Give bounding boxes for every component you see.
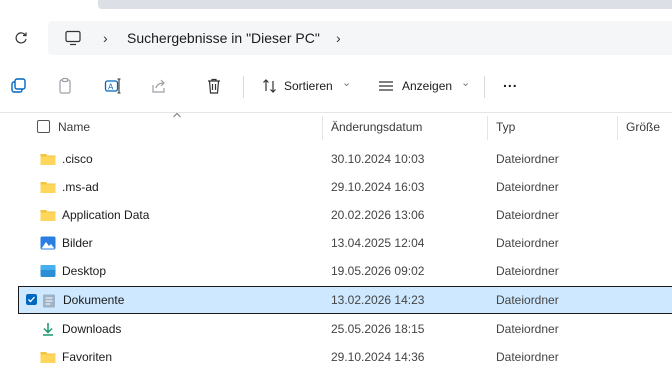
select-all-checkbox[interactable] — [37, 120, 50, 133]
delete-icon[interactable] — [205, 77, 223, 95]
view-dropdown-chevron-icon[interactable]: ⌄ — [461, 76, 470, 89]
file-name[interactable]: Application Data — [62, 208, 149, 222]
file-name[interactable]: Downloads — [62, 322, 121, 336]
pictures-folder-icon — [40, 236, 56, 250]
sort-dropdown-chevron-icon[interactable]: ⌄ — [342, 76, 351, 89]
downloads-folder-icon — [43, 323, 53, 336]
documents-folder-icon — [43, 294, 55, 308]
breadcrumb-separator[interactable]: › — [103, 30, 108, 46]
file-date: 29.10.2024 14:36 — [331, 350, 425, 364]
file-date: 13.02.2026 14:23 — [331, 293, 425, 307]
file-type: Dateiordner — [496, 236, 559, 250]
file-row-dokumente[interactable]: Dokumente 13.02.2026 14:23 Dateiordner — [18, 286, 672, 314]
file-date: 20.02.2026 13:06 — [331, 208, 425, 222]
file-name[interactable]: .cisco — [62, 152, 93, 166]
share-icon[interactable] — [150, 77, 168, 95]
paste-icon[interactable] — [56, 77, 74, 95]
file-date: 25.05.2026 18:15 — [331, 322, 425, 336]
sort-button[interactable]: Sortieren — [284, 79, 333, 93]
toolbar-divider — [243, 76, 244, 98]
address-bar-area: › Suchergebnisse in "Dieser PC" › — [0, 14, 672, 62]
column-divider[interactable] — [487, 116, 488, 140]
file-type: Dateiordner — [496, 180, 559, 194]
view-icon[interactable] — [377, 77, 395, 95]
column-header-row: Name Änderungsdatum Typ Größe — [0, 112, 672, 142]
column-header-date[interactable]: Änderungsdatum — [331, 120, 422, 134]
column-header-name[interactable]: Name — [58, 120, 90, 134]
folder-icon — [40, 210, 56, 221]
new-item-icon[interactable] — [9, 77, 27, 95]
breadcrumb-chevron[interactable]: › — [336, 30, 341, 46]
desktop-folder-icon — [40, 265, 56, 277]
svg-text:A: A — [108, 83, 114, 92]
column-header-size[interactable]: Größe — [626, 120, 660, 134]
row-selected-checkbox[interactable] — [26, 294, 37, 305]
file-date: 29.10.2024 16:03 — [331, 180, 425, 194]
file-type: Dateiordner — [496, 350, 559, 364]
sort-icon[interactable] — [261, 77, 279, 95]
file-row-favoriten[interactable]: Favoriten 29.10.2024 14:36 Dateiordner — [18, 343, 672, 371]
column-divider[interactable] — [617, 116, 618, 140]
file-row-desktop[interactable]: Desktop 19.05.2026 09:02 Dateiordner — [18, 257, 672, 285]
window-top-strip — [0, 0, 672, 14]
file-date: 19.05.2026 09:02 — [331, 264, 425, 278]
refresh-icon[interactable] — [14, 31, 28, 45]
file-type: Dateiordner — [496, 208, 559, 222]
file-name[interactable]: Favoriten — [62, 350, 112, 364]
column-divider[interactable] — [322, 116, 323, 140]
column-header-type[interactable]: Typ — [496, 120, 515, 134]
file-type: Dateiordner — [496, 264, 559, 278]
file-date: 13.04.2025 12:04 — [331, 236, 425, 250]
file-name[interactable]: .ms-ad — [62, 180, 99, 194]
folder-icon — [40, 352, 56, 363]
file-type: Dateiordner — [496, 152, 559, 166]
file-row-downloads[interactable]: Downloads 25.05.2026 18:15 Dateiordner — [18, 315, 672, 343]
tab-strip-edge — [98, 0, 672, 9]
file-name[interactable]: Bilder — [62, 236, 93, 250]
command-bar: A Sortieren ⌄ Anzeigen ⌄ ... — [0, 62, 672, 113]
file-type: Dateiordner — [496, 293, 559, 307]
view-button[interactable]: Anzeigen — [402, 79, 452, 93]
file-row-application-data[interactable]: Application Data 20.02.2026 13:06 Dateio… — [18, 201, 672, 229]
file-row-cisco[interactable]: .cisco 30.10.2024 10:03 Dateiordner — [18, 145, 672, 173]
file-name[interactable]: Dokumente — [63, 293, 124, 307]
toolbar-divider — [484, 76, 485, 98]
folder-icon — [40, 154, 56, 165]
file-date: 30.10.2024 10:03 — [331, 152, 425, 166]
file-row-bilder[interactable]: Bilder 13.04.2025 12:04 Dateiordner — [18, 229, 672, 257]
sort-ascending-icon — [173, 112, 181, 118]
file-row-ms-ad[interactable]: .ms-ad 29.10.2024 16:03 Dateiordner — [18, 173, 672, 201]
computer-icon[interactable] — [64, 30, 82, 46]
breadcrumb-search-results[interactable]: Suchergebnisse in "Dieser PC" — [127, 30, 320, 46]
more-options-button[interactable]: ... — [503, 74, 518, 90]
file-type: Dateiordner — [496, 322, 559, 336]
rename-icon[interactable]: A — [104, 77, 122, 95]
file-name[interactable]: Desktop — [62, 264, 106, 278]
folder-icon — [40, 182, 56, 193]
